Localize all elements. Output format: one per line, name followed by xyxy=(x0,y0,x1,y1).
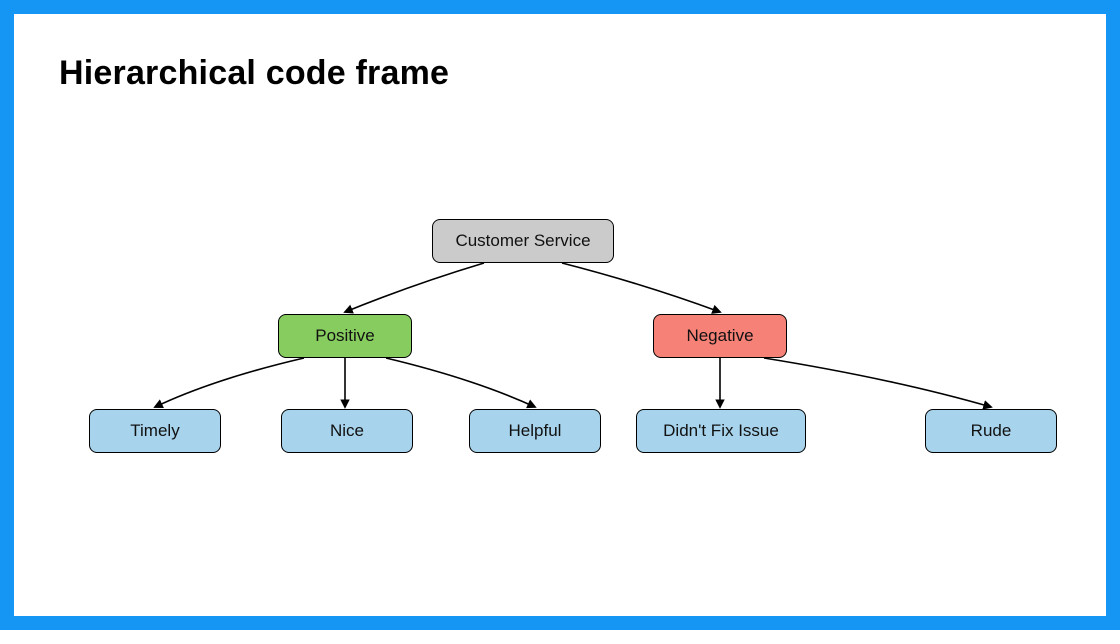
slide-frame: Hierarchical code frame Customer Service… xyxy=(0,0,1120,630)
node-root-customer-service: Customer Service xyxy=(432,219,614,263)
node-leaf-timely: Timely xyxy=(89,409,221,453)
node-leaf-helpful: Helpful xyxy=(469,409,601,453)
node-negative: Negative xyxy=(653,314,787,358)
node-leaf-rude: Rude xyxy=(925,409,1057,453)
node-leaf-nice: Nice xyxy=(281,409,413,453)
node-leaf-didnt-fix: Didn't Fix Issue xyxy=(636,409,806,453)
page-title: Hierarchical code frame xyxy=(59,54,449,93)
connector-lines xyxy=(14,14,1120,644)
node-positive: Positive xyxy=(278,314,412,358)
